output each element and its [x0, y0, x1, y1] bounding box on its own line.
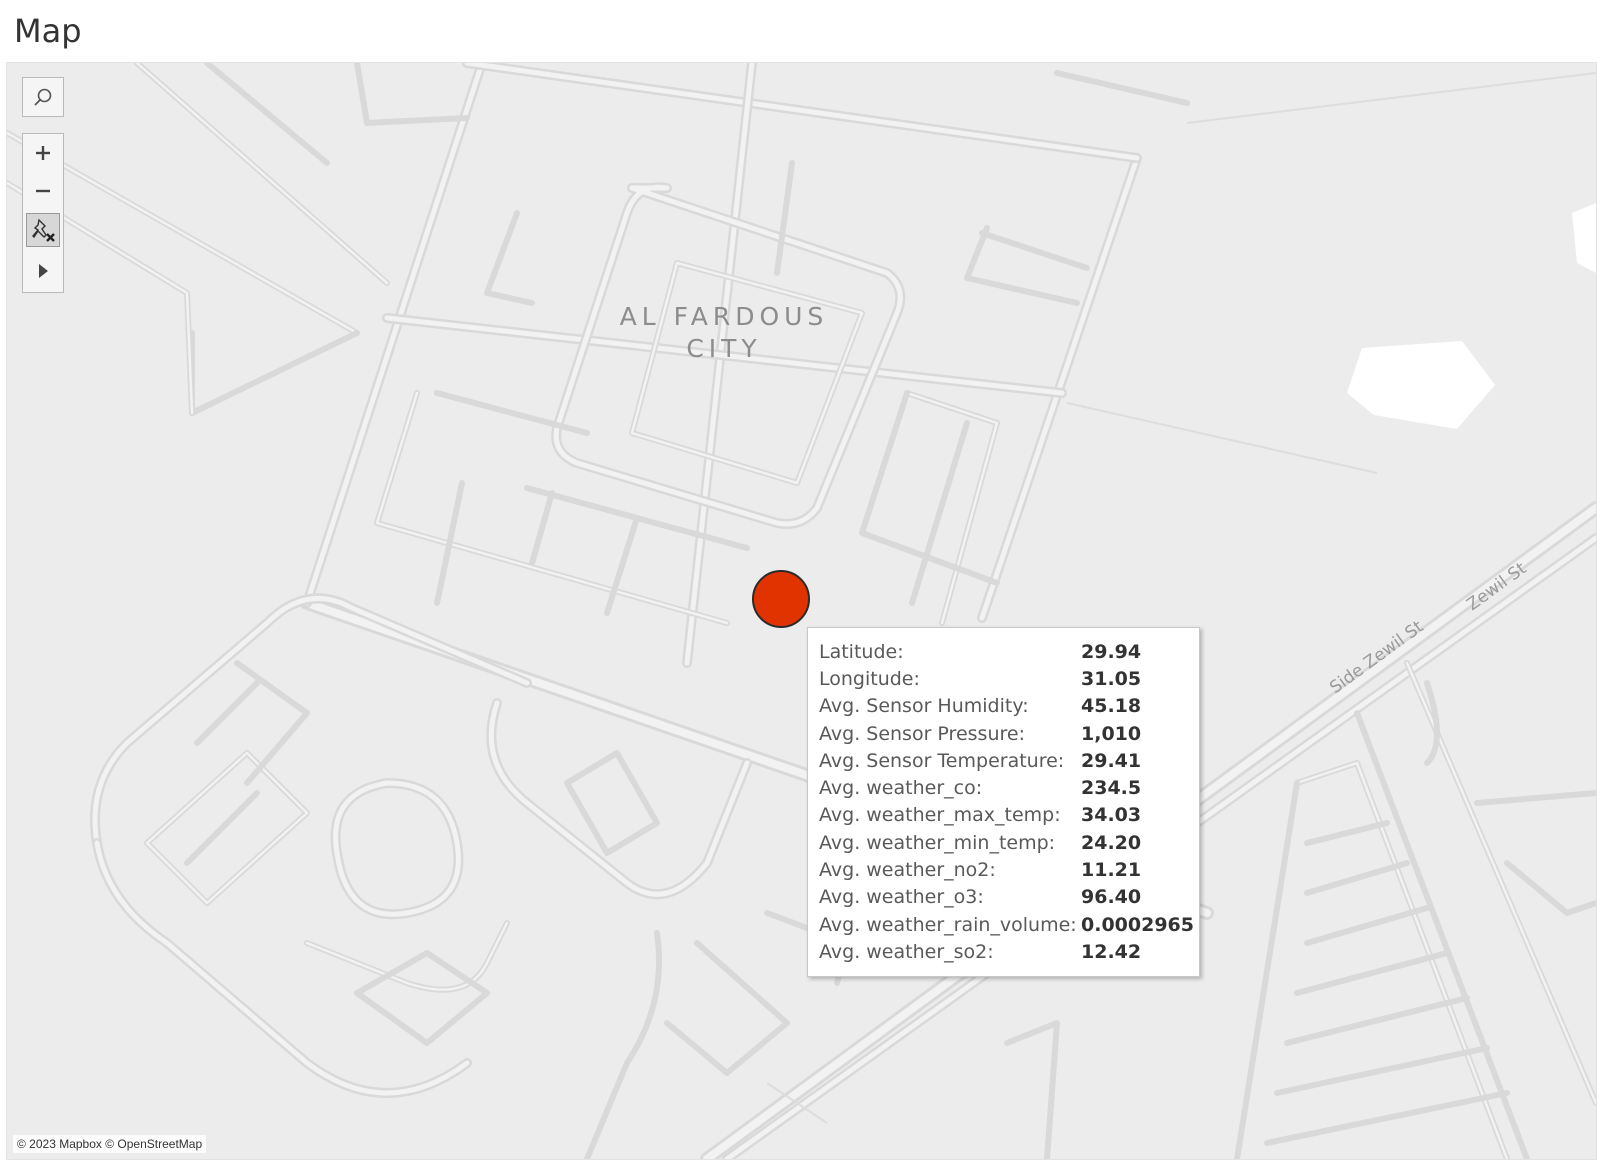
tooltip-value: 29.41: [1081, 749, 1142, 772]
open-area: [1572, 203, 1596, 273]
zoom-out-button[interactable]: [23, 172, 63, 210]
tooltip-value: 34.03: [1081, 804, 1142, 827]
tooltip-label: Avg. weather_max_temp:: [819, 804, 1061, 827]
data-point-marker[interactable]: [752, 570, 810, 628]
tooltip-value: 31.05: [1081, 667, 1142, 690]
tooltip-value: 234.5: [1081, 777, 1142, 800]
tooltip-row: Avg. weather_rain_volume: 0.0002965: [819, 911, 1199, 938]
tooltip-row: Avg. weather_no2: 11.21: [819, 856, 1199, 883]
tooltip-label: Avg. weather_min_temp:: [819, 831, 1056, 854]
tooltip-value: 11.21: [1081, 859, 1142, 882]
tooltip-row: Avg. weather_max_temp: 34.03: [819, 802, 1199, 829]
place-label: AL FARDOUS CITY: [619, 301, 829, 365]
search-toolbar: [22, 77, 64, 117]
tooltip-value: 12.42: [1081, 940, 1142, 963]
tooltip-row: Avg. Sensor Temperature: 29.41: [819, 747, 1199, 774]
tooltip-label: Avg. weather_no2:: [819, 859, 996, 882]
tooltip-label: Avg. Sensor Pressure:: [819, 722, 1025, 745]
tooltip-label: Avg. Sensor Humidity:: [819, 695, 1029, 718]
play-arrow-icon: [39, 264, 48, 278]
unpin-icon: [32, 218, 55, 242]
tooltip-value: 0.0002965: [1081, 913, 1194, 936]
tooltip-value: 24.20: [1081, 831, 1142, 854]
unpin-map-button[interactable]: [26, 213, 60, 247]
tooltip-value: 1,010: [1081, 722, 1142, 745]
place-label-line2: CITY: [686, 334, 762, 363]
open-area: [1347, 341, 1495, 429]
tooltip-row: Latitude: 29.94: [819, 638, 1199, 665]
tooltip-row: Avg. weather_min_temp: 24.20: [819, 829, 1199, 856]
tooltip-row: Longitude: 31.05: [819, 665, 1199, 692]
map-attribution[interactable]: © 2023 Mapbox © OpenStreetMap: [13, 1135, 207, 1153]
tooltip-label: Avg. Sensor Temperature:: [819, 749, 1065, 772]
tooltip-row: Avg. weather_co: 234.5: [819, 774, 1199, 801]
tooltip-row: Avg. Sensor Pressure: 1,010: [819, 720, 1199, 747]
tooltip-row: Avg. weather_so2: 12.42: [819, 938, 1199, 965]
place-label-line1: AL FARDOUS: [619, 302, 829, 331]
tooltip-row: Avg. weather_o3: 96.40: [819, 884, 1199, 911]
map-tools-expand-button[interactable]: [23, 250, 63, 292]
tooltip-label: Avg. weather_so2:: [819, 940, 994, 963]
tooltip-label: Latitude:: [819, 640, 904, 663]
tooltip-label: Longitude:: [819, 667, 920, 690]
tooltip-value: 96.40: [1081, 886, 1142, 909]
map-search-button[interactable]: [23, 78, 63, 116]
tooltip-label: Avg. weather_co:: [819, 777, 983, 800]
plus-icon: [36, 146, 50, 160]
zoom-in-button[interactable]: [23, 134, 63, 172]
tooltip-value: 45.18: [1081, 695, 1142, 718]
map-view[interactable]: AL FARDOUS CITY Side Zewil St Zewil St L…: [6, 62, 1597, 1160]
sheet-title: Map: [14, 12, 82, 50]
tooltip: Latitude: 29.94 Longitude: 31.05 Avg. Sensor…: [807, 627, 1200, 977]
tooltip-value: 29.94: [1081, 640, 1142, 663]
zoom-toolbar: [22, 133, 64, 293]
minus-icon: [36, 189, 50, 193]
search-icon: [34, 88, 52, 106]
tooltip-row: Avg. Sensor Humidity: 45.18: [819, 693, 1199, 720]
tooltip-label: Avg. weather_o3:: [819, 886, 984, 909]
tooltip-label: Avg. weather_rain_volume:: [819, 913, 1077, 936]
